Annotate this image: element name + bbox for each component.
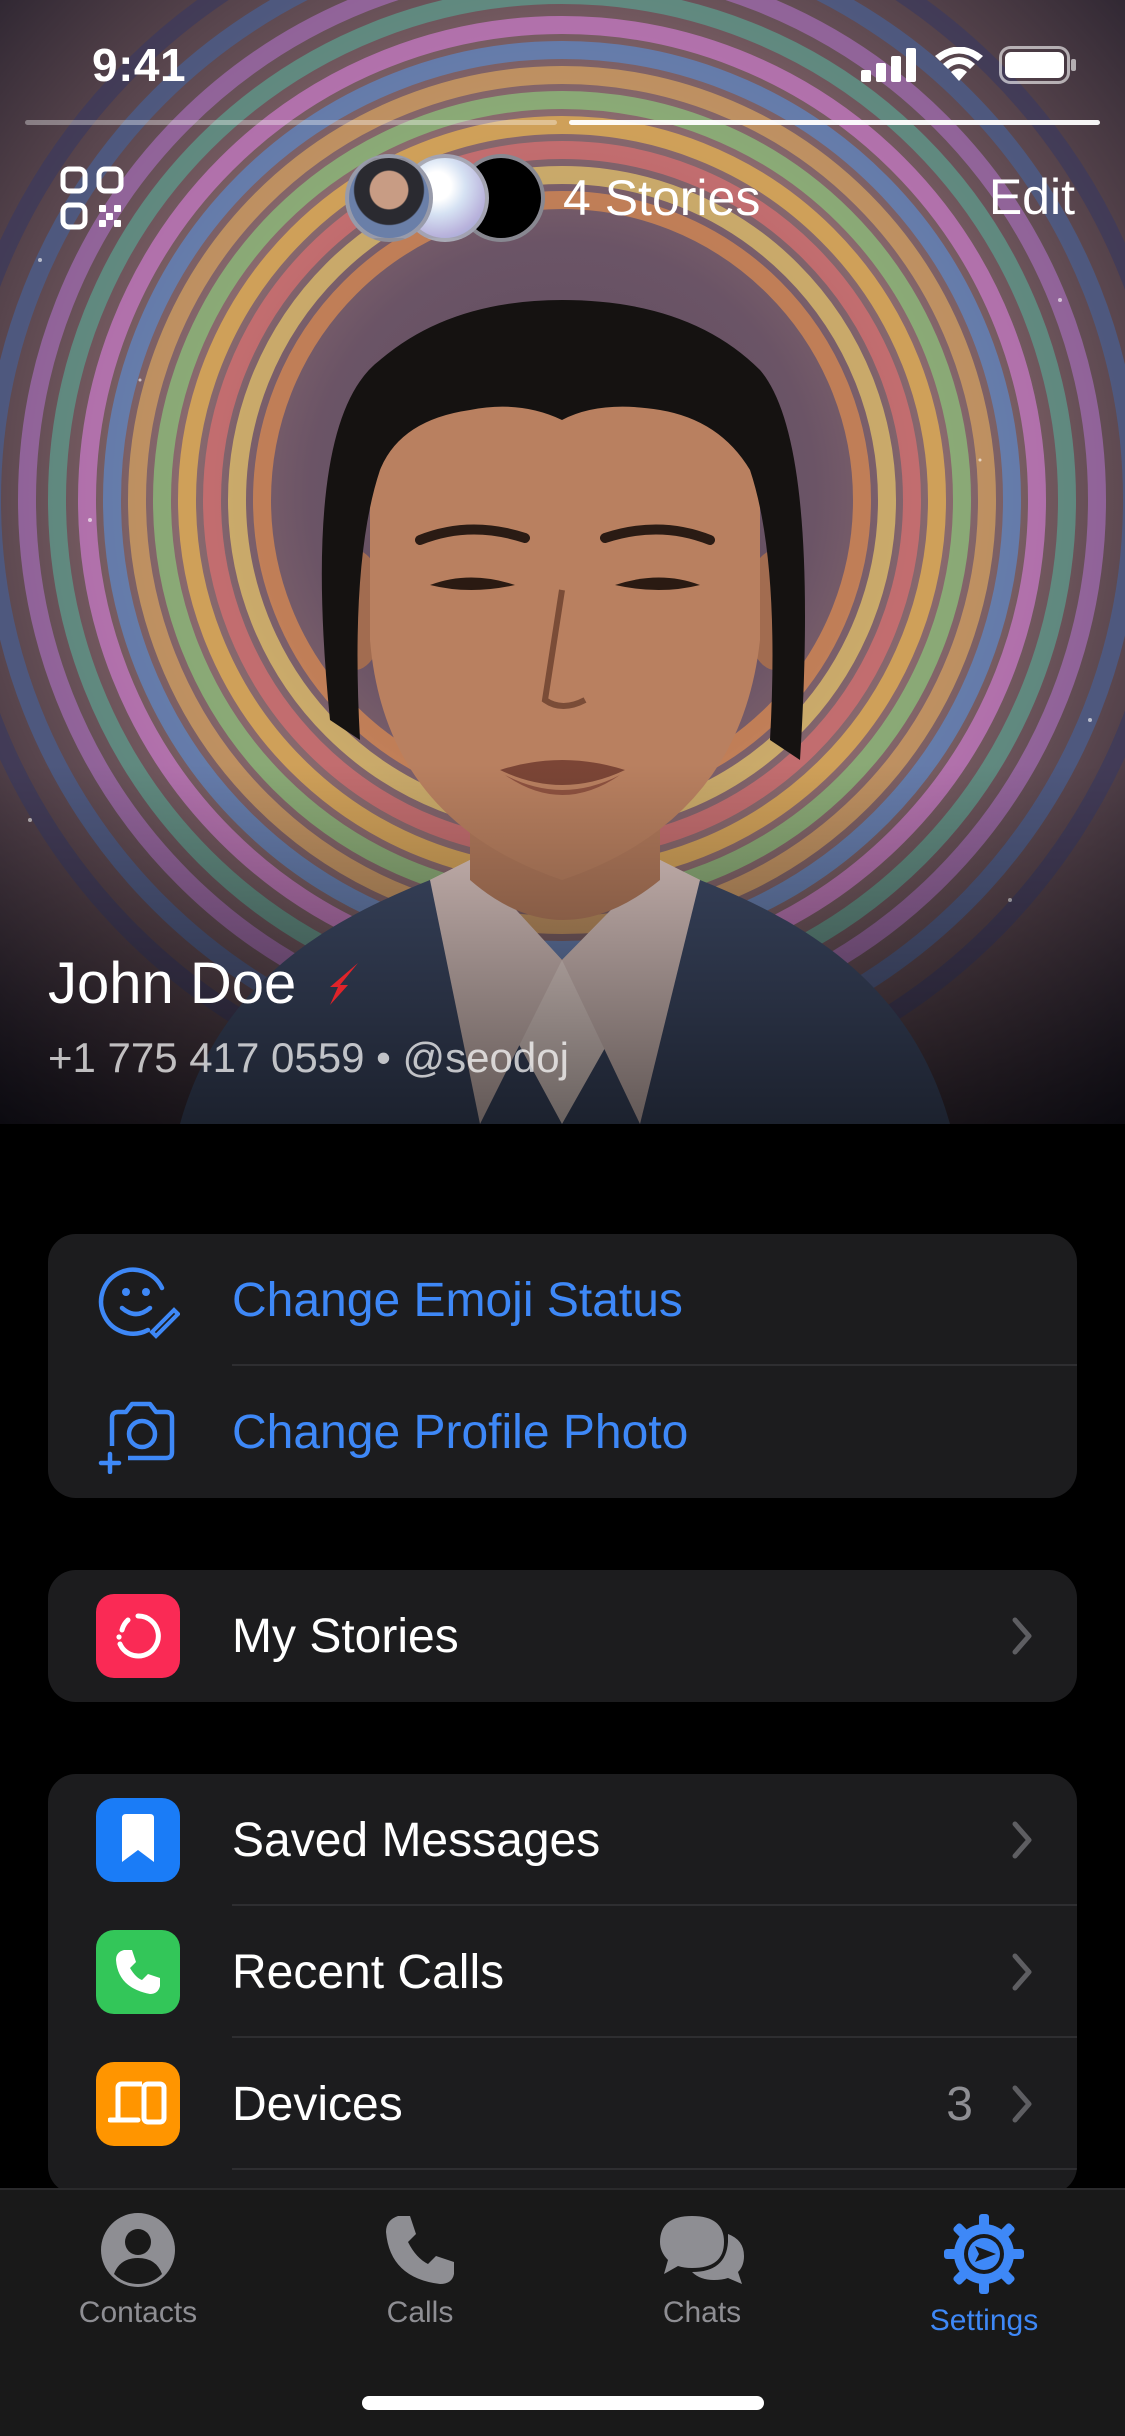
devices-label: Devices: [232, 2077, 403, 2131]
change-emoji-status-row[interactable]: Change Emoji Status: [48, 1234, 1077, 1366]
profile-hero: 9:41 4 Stories Edit John Doe +1 775 417 …: [0, 0, 1125, 1124]
stories-icon: [116, 1613, 161, 1659]
battery-icon: [999, 46, 1076, 84]
my-stories-icon-wrap: [96, 1594, 180, 1678]
tab-label: Chats: [662, 2296, 742, 2329]
story-avatar: [345, 154, 433, 242]
profile-actions-group: Change Emoji Status Change Profile Photo: [48, 1234, 1077, 1498]
settings-screen: 9:41 4 Stories Edit John Doe +1 775 417 …: [0, 0, 1125, 2436]
saved-messages-icon-wrap: [96, 1798, 180, 1882]
change-profile-photo-row[interactable]: Change Profile Photo: [48, 1366, 1077, 1498]
phone-icon: [116, 1950, 160, 1994]
person-circle-icon: [101, 2213, 175, 2287]
my-stories-label: My Stories: [232, 1609, 459, 1663]
chevron-right-icon: [1012, 1617, 1032, 1655]
profile-photo-icon-wrap: [96, 1390, 180, 1474]
recent-calls-row[interactable]: Recent Calls: [48, 1906, 1077, 2038]
wifi-icon: [935, 47, 983, 81]
saved-messages-row[interactable]: Saved Messages: [48, 1774, 1077, 1906]
tab-settings[interactable]: Settings: [874, 2212, 1094, 2338]
profile-name: John Doe: [48, 951, 297, 1016]
tab-label: Calls: [386, 2296, 454, 2329]
stories-label: 4 Stories: [563, 170, 761, 226]
main-settings-group: Saved Messages Recent Calls Devices 3: [48, 1774, 1077, 2194]
profile-phone-username: +1 775 417 0559 • @seodoj: [48, 1034, 569, 1081]
recent-calls-label: Recent Calls: [232, 1945, 505, 1999]
story-progress-bar: [25, 120, 1100, 126]
profile-name-row: John Doe: [48, 950, 372, 1017]
devices-icon-wrap: [96, 2062, 180, 2146]
premium-star-icon[interactable]: [318, 957, 372, 1011]
tab-label: Settings: [929, 2304, 1039, 2337]
tab-contacts[interactable]: Contacts: [28, 2212, 248, 2330]
edit-button[interactable]: Edit: [989, 168, 1075, 226]
story-progress-segment-active: [568, 120, 1100, 125]
devices-count: 3: [946, 2077, 973, 2131]
qr-code-icon: [60, 166, 124, 230]
stories-group: My Stories: [48, 1570, 1077, 1702]
chat-bubbles-icon: [660, 2216, 744, 2284]
gear-icon: [944, 2214, 1024, 2294]
bookmark-icon: [122, 1814, 154, 1862]
tab-label: Contacts: [78, 2296, 198, 2329]
devices-icon: [108, 2081, 167, 2125]
camera-add-icon: [98, 1401, 175, 1474]
stories-button[interactable]: 4 Stories: [345, 152, 760, 244]
home-indicator[interactable]: [362, 2396, 764, 2410]
chevron-right-icon: [1012, 1821, 1032, 1859]
qr-code-button[interactable]: [60, 166, 124, 230]
stories-avatars: [345, 152, 545, 244]
story-progress-segment: [25, 120, 557, 125]
status-bar: 9:41: [0, 0, 1125, 120]
smiley-edit-icon: [98, 1267, 180, 1339]
devices-row[interactable]: Devices 3: [48, 2038, 1077, 2170]
chevron-right-icon: [1012, 1953, 1032, 1991]
chevron-right-icon: [1012, 2085, 1032, 2123]
status-time: 9:41: [92, 39, 187, 91]
tab-chats[interactable]: Chats: [592, 2212, 812, 2330]
row-separator: [232, 2168, 1077, 2170]
change-emoji-status-label: Change Emoji Status: [232, 1273, 683, 1327]
emoji-status-icon-wrap: [96, 1258, 180, 1342]
tab-calls[interactable]: Calls: [310, 2212, 530, 2330]
saved-messages-label: Saved Messages: [232, 1813, 601, 1867]
recent-calls-icon-wrap: [96, 1930, 180, 2014]
my-stories-row[interactable]: My Stories: [48, 1570, 1077, 1702]
cellular-signal-icon: [861, 48, 916, 82]
status-icons: [861, 46, 1077, 84]
phone-icon: [386, 2216, 454, 2284]
change-profile-photo-label: Change Profile Photo: [232, 1405, 689, 1459]
